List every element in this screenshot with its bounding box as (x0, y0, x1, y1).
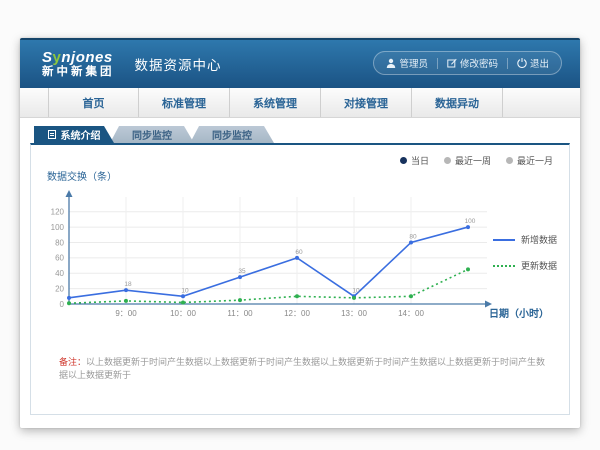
company-logo: Synjones 新中新集团 (42, 50, 115, 78)
legend-item-new-data: 新增数据 (493, 233, 557, 246)
filter-last-week[interactable]: 最近一周 (444, 154, 491, 167)
filter-last-month[interactable]: 最近一月 (506, 154, 553, 167)
svg-text:9：00: 9：00 (115, 309, 137, 318)
radio-icon (400, 157, 407, 164)
app-header: Synjones 新中新集团 数据资源中心 管理员 修改密码 退出 (20, 38, 580, 88)
filter-label: 最近一月 (517, 154, 553, 167)
power-icon (517, 58, 527, 68)
svg-text:11：00: 11：00 (227, 309, 253, 318)
legend-item-update-data: 更新数据 (493, 259, 557, 272)
tab-sync-monitor-2[interactable]: 同步监控 (190, 126, 274, 143)
svg-text:10：00: 10：00 (170, 309, 196, 318)
browser-page: Synjones 新中新集团 数据资源中心 管理员 修改密码 退出 (20, 38, 580, 428)
page-title: 数据资源中心 (135, 54, 222, 74)
user-toolbar: 管理员 修改密码 退出 (373, 51, 562, 75)
nav-item-standard-mgmt[interactable]: 标准管理 (139, 88, 230, 117)
tab-label: 同步监控 (212, 127, 252, 142)
nav-item-data-change[interactable]: 数据异动 (412, 88, 503, 117)
svg-text:100: 100 (465, 218, 476, 225)
svg-text:0: 0 (60, 300, 65, 309)
logout-label: 退出 (530, 56, 549, 70)
legend-line-dotted (493, 265, 515, 267)
svg-text:10: 10 (181, 287, 189, 294)
y-axis-title: 数据交换（条） (47, 168, 117, 183)
legend-label: 更新数据 (521, 259, 557, 272)
tab-system-intro[interactable]: 系统介绍 (34, 126, 114, 143)
logo-subtitle: 新中新集团 (42, 66, 115, 78)
filter-today[interactable]: 当日 (400, 154, 429, 167)
svg-text:20: 20 (55, 284, 64, 293)
change-password-button[interactable]: 修改密码 (447, 56, 498, 70)
legend-line-solid (493, 239, 515, 241)
x-axis-title: 日期（小时） (489, 305, 549, 320)
svg-text:100: 100 (51, 223, 65, 232)
divider (507, 58, 508, 69)
svg-text:80: 80 (55, 238, 64, 247)
filter-label: 当日 (411, 154, 429, 167)
radio-icon (444, 157, 451, 164)
nav-item-interface-mgmt[interactable]: 对接管理 (321, 88, 412, 117)
svg-text:35: 35 (238, 268, 246, 275)
svg-text:60: 60 (55, 254, 64, 263)
filter-label: 最近一周 (455, 154, 491, 167)
content-tabs: 系统介绍 同步监控 同步监控 (34, 126, 274, 143)
svg-text:12：00: 12：00 (284, 309, 310, 318)
current-user[interactable]: 管理员 (386, 56, 428, 70)
footnote: 备注：以上数据更新于时间产生数据以上数据更新于时间产生数据以上数据更新于时间产生… (59, 356, 554, 381)
svg-text:40: 40 (55, 269, 64, 278)
svg-text:120: 120 (51, 207, 65, 216)
desktop-background: Synjones 新中新集团 数据资源中心 管理员 修改密码 退出 (0, 0, 600, 450)
legend-label: 新增数据 (521, 233, 557, 246)
nav-item-home[interactable]: 首页 (48, 88, 139, 117)
tab-label: 同步监控 (132, 127, 172, 142)
logo-text-rest: njones (61, 49, 112, 66)
footnote-text: 以上数据更新于时间产生数据以上数据更新于时间产生数据以上数据更新于时间产生数据以… (59, 357, 545, 380)
time-range-filters: 当日 最近一周 最近一月 (400, 154, 553, 167)
svg-text:13：00: 13：00 (341, 309, 367, 318)
svg-text:18: 18 (124, 281, 132, 288)
chart-legend: 新增数据 更新数据 (493, 233, 557, 272)
user-icon (386, 58, 396, 68)
line-chart: 0 20 40 60 80 100 120 9：00 10：00 11：00 12：00 13：00 1… (41, 187, 511, 322)
svg-text:14：00: 14：00 (398, 309, 424, 318)
radio-icon (506, 157, 513, 164)
nav-item-system-mgmt[interactable]: 系统管理 (230, 88, 321, 117)
change-password-label: 修改密码 (460, 56, 498, 70)
user-name-label: 管理员 (399, 56, 428, 70)
main-navbar: 首页 标准管理 系统管理 对接管理 数据异动 (20, 88, 580, 118)
svg-text:60: 60 (295, 249, 303, 256)
footnote-prefix: 备注： (59, 357, 86, 367)
logout-button[interactable]: 退出 (517, 56, 549, 70)
tab-sync-monitor-1[interactable]: 同步监控 (110, 126, 194, 143)
document-icon (48, 130, 56, 139)
svg-text:10: 10 (352, 287, 360, 294)
divider (437, 58, 438, 69)
svg-text:80: 80 (409, 233, 417, 240)
tab-label: 系统介绍 (61, 127, 101, 142)
chart-panel: 当日 最近一周 最近一月 数据交换（条） 0 20 40 60 80 100 120 9：00… (30, 143, 570, 415)
logo-text: Synjones (42, 50, 115, 66)
edit-icon (447, 58, 457, 68)
